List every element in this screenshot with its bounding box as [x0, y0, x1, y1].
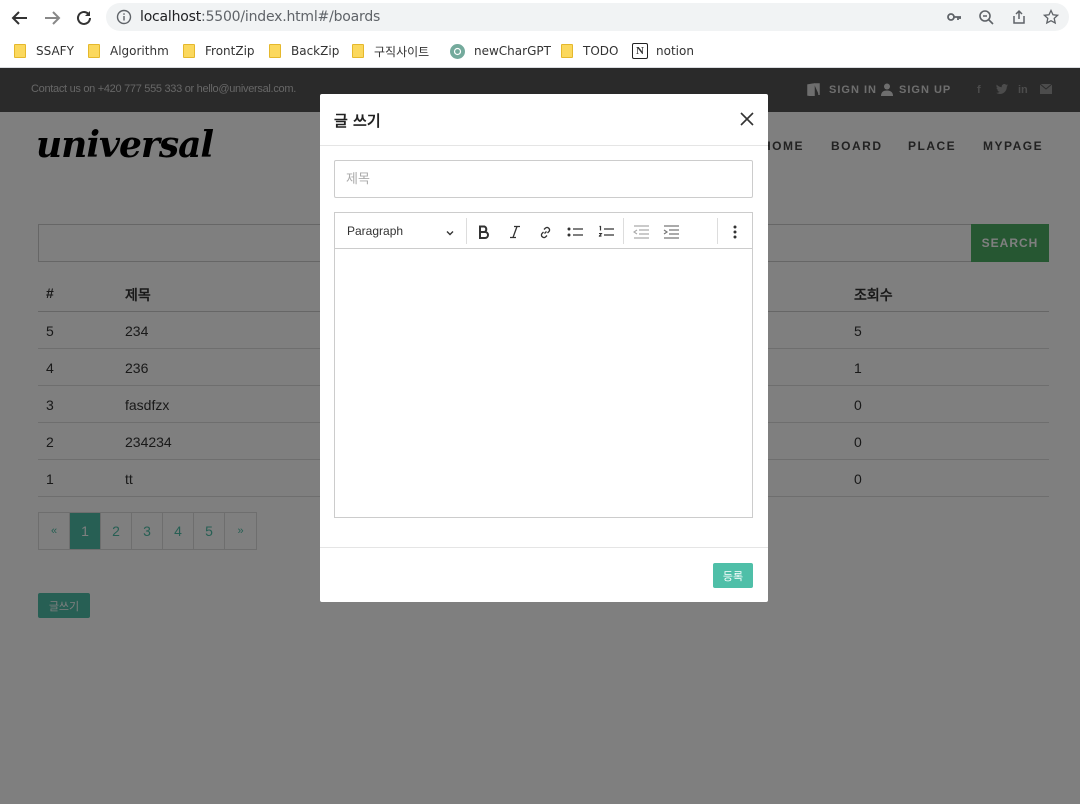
share-icon[interactable]: [1011, 9, 1027, 25]
bookmark-job-sites[interactable]: 구직사이트: [352, 41, 429, 61]
url-text: localhost:5500/index.html#/boards: [140, 9, 381, 25]
bookmark-label: SSAFY: [36, 44, 74, 58]
modal-title: 글 쓰기: [334, 112, 381, 130]
back-icon[interactable]: [8, 6, 32, 30]
bookmark-ssafy[interactable]: SSAFY: [14, 41, 74, 61]
bookmark-notion[interactable]: Nnotion: [632, 41, 694, 61]
bookmark-label: BackZip: [291, 44, 340, 58]
folder-icon: [14, 44, 26, 58]
toolbar-divider: [717, 218, 718, 244]
bookmark-label: newCharGPT: [474, 44, 551, 58]
submit-button[interactable]: 등록: [713, 563, 753, 588]
toolbar-divider: [623, 218, 624, 244]
indent-icon[interactable]: [660, 221, 682, 243]
zoom-icon[interactable]: [978, 9, 994, 25]
folder-icon: [88, 44, 100, 58]
bookmark-todo[interactable]: TODO: [561, 41, 618, 61]
browser-toolbar: localhost:5500/index.html#/boards: [0, 0, 1080, 35]
folder-icon: [561, 44, 573, 58]
bookmark-algorithm[interactable]: Algorithm: [88, 41, 169, 61]
key-icon[interactable]: [946, 9, 962, 25]
post-title-input[interactable]: [334, 160, 753, 198]
heading-dropdown[interactable]: Paragraph: [347, 224, 403, 238]
bookmark-label: Algorithm: [110, 44, 169, 58]
chatgpt-icon: [450, 43, 465, 59]
bold-icon[interactable]: [473, 221, 495, 243]
forward-icon[interactable]: [40, 6, 64, 30]
bookmark-newchargpt[interactable]: newCharGPT: [450, 41, 551, 61]
bookmark-label: 구직사이트: [374, 44, 430, 59]
bookmark-label: FrontZip: [205, 44, 255, 58]
folder-icon: [183, 44, 195, 58]
numbered-list-icon[interactable]: [595, 221, 617, 243]
more-options-icon[interactable]: [724, 221, 746, 243]
toolbar-divider: [466, 218, 467, 244]
folder-icon: [269, 44, 281, 58]
rich-text-editor: Paragraph: [334, 212, 753, 518]
reload-icon[interactable]: [72, 6, 96, 30]
folder-icon: [352, 44, 364, 58]
info-icon[interactable]: [116, 9, 132, 30]
bookmark-star-icon[interactable]: [1042, 8, 1060, 25]
modal-header: 글 쓰기: [320, 94, 768, 146]
bookmarks-bar: SSAFY Algorithm FrontZip BackZip 구직사이트 n…: [0, 35, 1080, 68]
link-icon[interactable]: [534, 221, 556, 243]
close-icon[interactable]: [738, 110, 756, 128]
modal-footer: 등록: [320, 547, 768, 602]
editor-toolbar: Paragraph: [335, 213, 752, 249]
outdent-icon[interactable]: [630, 221, 652, 243]
address-bar[interactable]: localhost:5500/index.html#/boards: [106, 3, 1069, 31]
bookmark-label: TODO: [583, 44, 619, 58]
editor-content-area[interactable]: [335, 250, 752, 517]
bulleted-list-icon[interactable]: [564, 221, 586, 243]
chevron-down-icon[interactable]: [445, 225, 455, 243]
write-post-modal: 글 쓰기 Paragraph: [320, 94, 768, 602]
bookmark-backzip[interactable]: BackZip: [269, 41, 339, 61]
bookmark-label: notion: [656, 44, 694, 58]
italic-icon[interactable]: [504, 221, 526, 243]
notion-icon: N: [632, 43, 648, 59]
bookmark-frontzip[interactable]: FrontZip: [183, 41, 255, 61]
